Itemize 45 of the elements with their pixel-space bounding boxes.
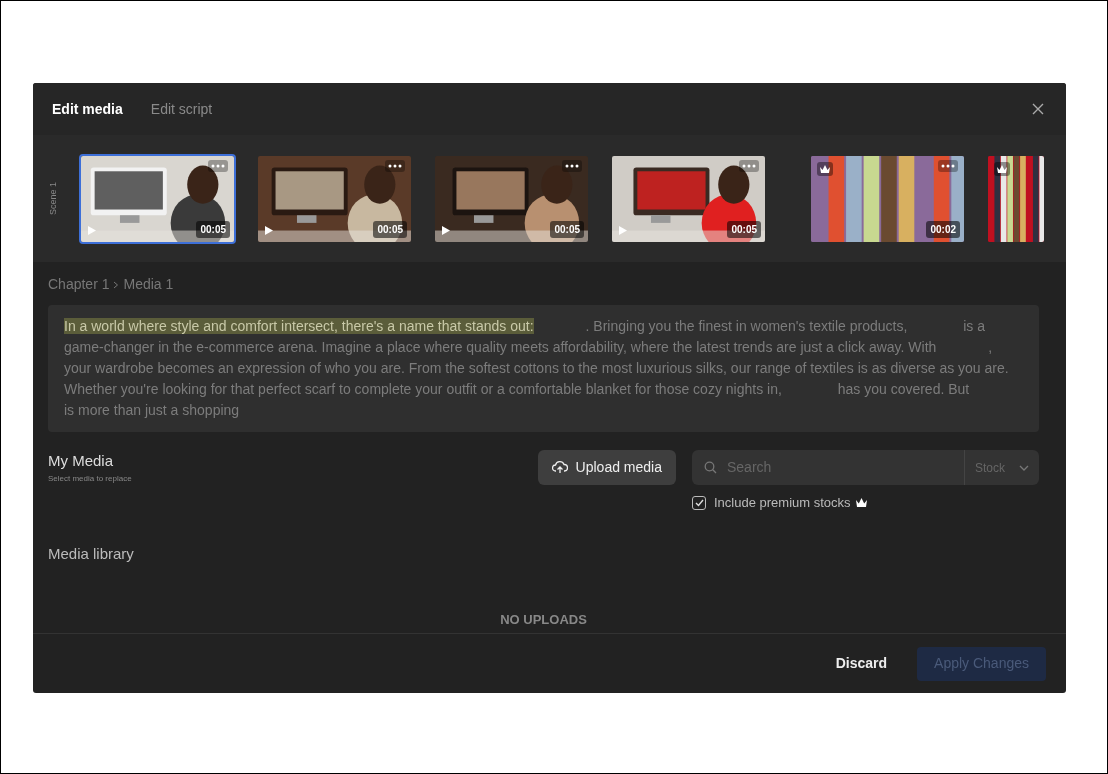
crown-icon: [817, 161, 833, 176]
chevron-icon: [113, 280, 120, 289]
media-thumbnail[interactable]: 00:02: [809, 153, 966, 244]
tab[interactable]: Edit media: [52, 98, 123, 120]
more-button[interactable]: [208, 159, 228, 172]
script-text: In a world where style and comfort intersect, there's a name that stands out: . Bringing you the finest in women's textile products, is a game-changer in the e-commerce arena. Imagine a place where quality meets affordability, where the latest trends are just a click away. With , your wardrobe becomes an expression of who you are. From the softest cottons to the most luxurious silks, our range of textiles is as diverse as you are. Whether you're looking for that perfect scarf to complete your outfit or a comfortable blanket for those cozy nights in, has you covered. But is more than just a shopping: [48, 305, 1039, 432]
scene-label: Scene 1: [47, 182, 59, 215]
duration-label: 00:05: [727, 220, 761, 238]
cloud-upload-icon: [551, 461, 568, 474]
section-subtitle: Select media to replace: [48, 472, 132, 485]
media-thumbnail[interactable]: 00:05: [256, 153, 413, 244]
duration-label: 00:05: [373, 220, 407, 238]
duration-label: 00:02: [926, 220, 960, 238]
section-title: My Media: [48, 451, 115, 471]
chevron-down-icon: [1019, 464, 1029, 471]
dots-icon: [742, 164, 756, 169]
crown-icon: [854, 497, 868, 509]
dots-icon: [565, 164, 579, 169]
media-thumbnail[interactable]: 00:05: [610, 153, 767, 244]
checkbox-label: Include premium stocks: [714, 494, 851, 512]
section-title: Media library: [48, 543, 135, 564]
dots-icon: [211, 164, 225, 169]
breadcrumb-item[interactable]: Media 1: [123, 274, 174, 295]
play-icon: [87, 224, 97, 236]
media-thumbnail[interactable]: 00:05: [79, 153, 236, 244]
discard-button[interactable]: Discard: [829, 652, 894, 675]
media-thumbnail[interactable]: 00:05: [433, 153, 590, 244]
more-button[interactable]: [938, 159, 958, 172]
play-icon: [264, 224, 274, 236]
duration-label: 00:05: [550, 220, 584, 238]
empty-message: NO UPLOADS: [499, 610, 588, 629]
more-button[interactable]: [385, 159, 405, 172]
dots-icon: [388, 164, 402, 169]
more-button[interactable]: [739, 159, 759, 172]
crown-icon: [994, 161, 1010, 176]
more-button[interactable]: [562, 159, 582, 172]
play-icon: [441, 224, 451, 236]
duration-label: 00:05: [196, 220, 230, 238]
tab[interactable]: Edit script: [150, 98, 213, 120]
play-icon: [618, 224, 628, 236]
upload-button[interactable]: Upload media: [537, 450, 676, 485]
search-icon: [704, 461, 717, 474]
dots-icon: [941, 164, 955, 169]
breadcrumb-item[interactable]: Chapter 1: [48, 274, 110, 295]
premium-checkbox[interactable]: [692, 495, 706, 510]
